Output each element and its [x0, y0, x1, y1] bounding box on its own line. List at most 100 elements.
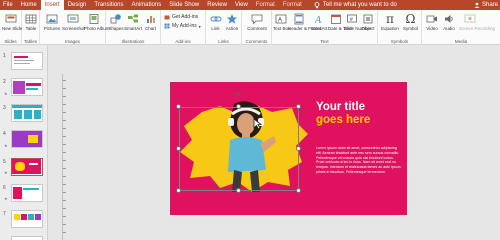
resize-handle-top-right[interactable]	[296, 104, 301, 109]
pictures-button[interactable]: Pictures	[42, 13, 62, 31]
video-button[interactable]: Video	[424, 13, 440, 31]
object-button[interactable]: Object	[360, 13, 376, 31]
addins-group: Get Add-ins My Add-ins ▾ Add-ins	[161, 10, 206, 45]
tab-format-2[interactable]: Format	[279, 0, 306, 10]
shapes-button[interactable]: Shapes	[108, 13, 124, 31]
symbol-button[interactable]: Ω Symbol	[401, 13, 420, 31]
slide-thumbnail-2[interactable]	[11, 78, 43, 96]
slide-title-line1[interactable]: Your title	[316, 101, 365, 114]
thumbnail-number: 3	[3, 105, 6, 111]
screen-recording-icon	[464, 14, 476, 23]
resize-handle-right[interactable]	[296, 146, 301, 151]
tab-file[interactable]: File	[0, 0, 17, 10]
smartart-button[interactable]: SmartArt	[124, 13, 142, 31]
screenshot-button[interactable]: Screenshot	[62, 13, 85, 31]
smartart-icon	[128, 14, 138, 23]
slide-title-line2[interactable]: goes here	[316, 114, 370, 127]
equation-button[interactable]: π Equation	[380, 13, 400, 31]
tables-group: Table Tables	[22, 10, 40, 45]
slides-group-label: Slides	[4, 39, 17, 44]
tab-slide-show[interactable]: Slide Show	[165, 0, 203, 10]
vertical-ruler	[62, 74, 66, 240]
pi-icon: π	[386, 12, 394, 26]
tab-animations[interactable]: Animations	[128, 0, 166, 10]
slide-thumbnail-5[interactable]	[11, 158, 43, 176]
slides-group: New Slide Slides	[0, 10, 22, 45]
share-button[interactable]: Share	[474, 0, 498, 10]
share-label: Share	[481, 2, 498, 8]
illustrations-group-label: Illustrations	[121, 39, 145, 44]
addins-group-label: Add-ins	[175, 39, 191, 44]
slide-thumbnail-1[interactable]	[11, 52, 43, 70]
rotate-handle-icon[interactable]: ⟳	[235, 91, 241, 99]
tell-me-box[interactable]: Tell me what you want to do	[314, 1, 397, 9]
get-add-ins-button[interactable]: Get Add-ins	[164, 14, 198, 20]
object-icon	[363, 14, 373, 24]
picture-selection-box[interactable]	[179, 107, 299, 191]
slide-number-icon: #	[347, 14, 357, 23]
calendar-icon	[331, 14, 341, 24]
thumbnail-number: 1	[3, 53, 6, 59]
transition-star-icon: ★	[4, 91, 8, 96]
slide-thumbnail-8[interactable]	[11, 236, 43, 240]
tab-format-1[interactable]: Format	[252, 0, 279, 10]
transition-star-icon: ★	[4, 196, 8, 201]
photo-album-icon	[89, 14, 99, 24]
slide-thumbnail-3[interactable]	[11, 104, 43, 122]
thumbnail-number: 4	[3, 131, 6, 137]
thumbnail-number: 7	[3, 211, 6, 217]
symbols-group-label: Symbols	[390, 39, 409, 44]
links-group: Link Action Links	[206, 10, 242, 45]
slide-number-button[interactable]: # Slide Number	[344, 13, 371, 31]
resize-handle-top[interactable]	[236, 104, 241, 109]
media-group: Video Audio Screen Recording Media	[422, 10, 500, 45]
resize-handle-bottom-left[interactable]	[176, 188, 181, 193]
slide-thumbnail-7[interactable]	[11, 210, 43, 228]
wordart-icon: A	[314, 15, 322, 25]
wordart-button[interactable]: A WordArt	[310, 13, 328, 31]
resize-handle-top-left[interactable]	[176, 104, 181, 109]
lightbulb-icon	[314, 1, 320, 8]
transition-star-icon: ★	[4, 170, 8, 175]
slide-thumbnail-4[interactable]	[11, 130, 43, 148]
link-button[interactable]: Link	[208, 13, 223, 31]
images-group-label: Images	[65, 39, 80, 44]
shapes-icon	[110, 14, 121, 24]
tab-view[interactable]: View	[231, 0, 252, 10]
comment-button[interactable]: Comment	[244, 13, 270, 31]
screen-recording-button[interactable]: Screen Recording	[459, 13, 495, 31]
chart-button[interactable]: Chart	[142, 13, 159, 31]
tab-insert[interactable]: Insert	[40, 0, 64, 10]
resize-handle-left[interactable]	[176, 146, 181, 151]
tab-review[interactable]: Review	[203, 0, 231, 10]
action-button[interactable]: Action	[224, 13, 240, 31]
tab-design[interactable]: Design	[64, 0, 91, 10]
tell-me-text: Tell me what you want to do	[322, 2, 397, 8]
new-slide-button[interactable]: New Slide	[2, 13, 22, 31]
header-footer-icon	[294, 13, 304, 25]
table-button[interactable]: Table	[24, 13, 38, 31]
text-group: A Text Box Header & Footer A WordArt Dat…	[272, 10, 378, 45]
slide-body-text[interactable]: Lorem ipsum dolor sit amet, consectetur …	[316, 146, 402, 175]
images-group: Pictures Screenshot Photo Album Images	[40, 10, 110, 45]
audio-button[interactable]: Audio	[441, 13, 457, 31]
photo-album-button[interactable]: Photo Album	[84, 13, 110, 31]
slide-thumbnail-6[interactable]	[11, 184, 43, 202]
resize-handle-bottom[interactable]	[236, 188, 241, 193]
links-group-label: Links	[218, 39, 229, 44]
my-add-ins-button[interactable]: My Add-ins ▾	[164, 23, 201, 29]
date-time-button[interactable]: Date & Time	[328, 13, 353, 31]
text-group-label: Text	[320, 39, 329, 44]
add-ins-icon	[164, 23, 170, 29]
header-footer-button[interactable]: Header & Footer	[288, 13, 321, 31]
illustrations-group: Shapes SmartArt Chart Illustrations	[106, 10, 161, 45]
screenshot-icon	[67, 14, 79, 23]
thumbnail-number: 6	[3, 185, 6, 191]
action-star-icon	[227, 14, 237, 24]
text-box-button[interactable]: A Text Box	[273, 13, 290, 31]
tab-transitions[interactable]: Transitions	[90, 0, 127, 10]
move-cursor-icon	[253, 118, 262, 130]
resize-handle-bottom-right[interactable]	[296, 188, 301, 193]
tab-home[interactable]: Home	[17, 0, 41, 10]
comments-group: Comment Comments	[242, 10, 272, 45]
